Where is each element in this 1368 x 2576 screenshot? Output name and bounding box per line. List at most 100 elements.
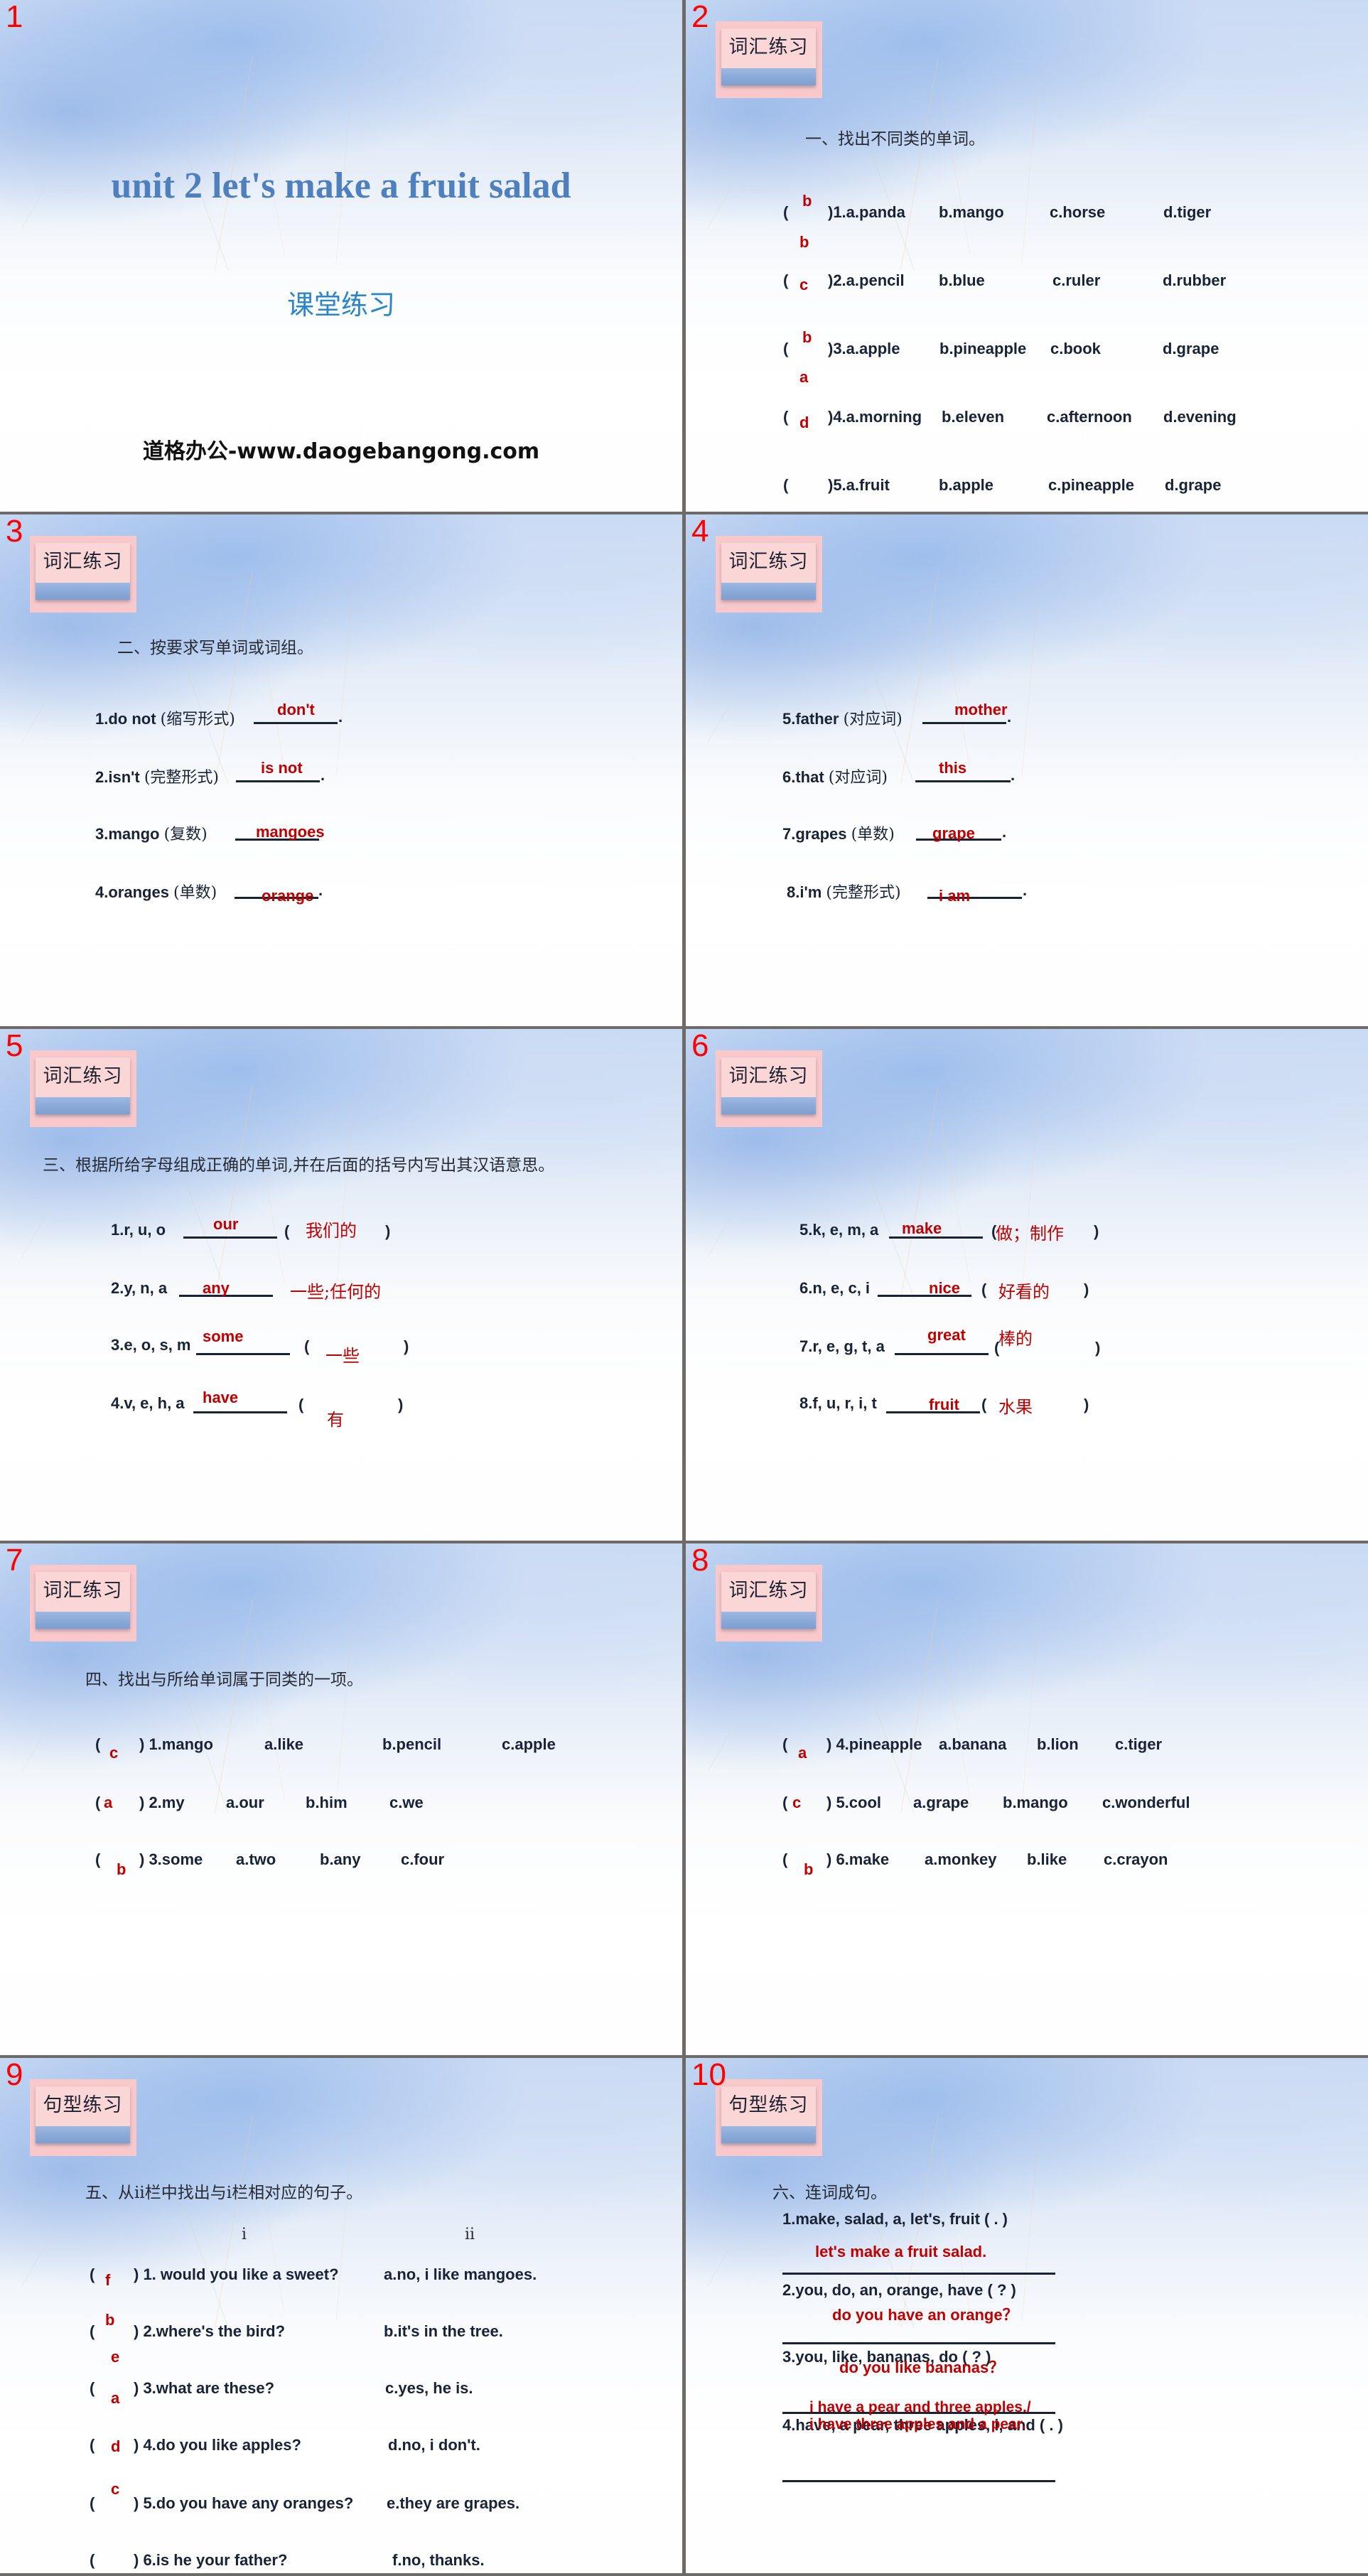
question-hint: (对应词) [828, 769, 888, 787]
open-paren: ( [90, 2551, 95, 2569]
question-number: )3.a.apple [828, 340, 900, 357]
slide-10[interactable]: 10 句型练习 六、连词成句。 1.make, salad, a, let's,… [686, 2058, 1368, 2573]
question-hint: (单数) [173, 884, 217, 902]
answer-blank[interactable] [183, 1236, 277, 1239]
slide-number: 6 [691, 1029, 709, 1063]
period: . [1007, 708, 1012, 726]
meaning: 我们的 [306, 1221, 357, 1241]
answer: is not [261, 759, 303, 777]
answer: some [203, 1327, 244, 1345]
answer: f [105, 2271, 111, 2289]
exercise-heading: 四、找出与所给单词属于同类的一项。 [85, 1671, 363, 1689]
question-number: )5.a.fruit [828, 476, 890, 494]
answer-alt: i have three apples and a pear. [809, 2416, 1026, 2432]
open-paren: ( [783, 271, 789, 289]
slide-number: 10 [691, 2058, 726, 2092]
badge-bar [721, 1612, 816, 1629]
period: . [338, 708, 343, 726]
option: d.grape [1163, 340, 1219, 357]
slide-6[interactable]: 6 词汇练习 5.k, e, m, a make ( 做；制作 ) 6.n, e… [686, 1029, 1368, 1541]
option: c.apple [502, 1735, 556, 1753]
answer-blank[interactable] [915, 780, 1011, 782]
question-text: 1.do not [95, 710, 161, 728]
letters: 4.v, e, h, a [111, 1394, 185, 1412]
answer: a [104, 1794, 113, 1811]
prompt: 2.you, do, an, orange, have ( ? ) [782, 2281, 1016, 2299]
answer-blank[interactable] [895, 1353, 989, 1355]
answer-blank[interactable] [782, 2480, 1055, 2482]
question-hint: (缩写形式) [160, 711, 235, 728]
slide-9[interactable]: 9 句型练习 五、从ⅱ栏中找出与ⅰ栏相对应的句子。 i ii ( f ) 1. … [0, 2058, 682, 2573]
question: ) 5.do you have any oranges? [134, 2494, 354, 2512]
slide-2[interactable]: 2 词汇练习 一、找出不同类的单词。 ( b )1.a.panda b.mang… [686, 0, 1368, 512]
badge-bar [36, 1097, 130, 1114]
answer-blank[interactable] [193, 1411, 287, 1413]
slide-5[interactable]: 5 词汇练习 三、根据所给字母组成正确的单词,并在后面的括号内写出其汉语意思。 … [0, 1029, 682, 1541]
answer: a [799, 368, 809, 386]
section-badge: 词汇练习 [716, 536, 822, 613]
meaning: 棒的 [998, 1329, 1033, 1349]
answer-blank[interactable] [922, 722, 1006, 724]
answer: don't [277, 701, 315, 718]
letters: 3.e, o, s, m [111, 1336, 191, 1354]
answer-blank[interactable] [254, 722, 338, 724]
option: b.blue [939, 271, 985, 289]
section-badge: 词汇练习 [30, 1050, 136, 1127]
open-paren: ( [90, 2265, 95, 2283]
meaning: 水果 [998, 1397, 1033, 1417]
letters: 2.y, n, a [111, 1279, 168, 1297]
answer: c [109, 1744, 119, 1762]
exercise-heading: 二、按要求写单词或词组。 [117, 639, 313, 657]
answer: grape [932, 824, 975, 842]
badge-bar [721, 1097, 816, 1114]
option: b.lion [1037, 1735, 1079, 1753]
section-badge: 句型练习 [30, 2079, 136, 2156]
answer: do you like bananas？ [839, 2359, 1005, 2376]
answer-blank[interactable] [236, 780, 320, 782]
response: d.no, i don't. [388, 2436, 480, 2454]
badge-label: 句型练习 [43, 2094, 123, 2116]
option: b.like [1027, 1850, 1067, 1868]
option: d.rubber [1163, 271, 1227, 289]
answer: d [799, 414, 809, 431]
answer-blank[interactable] [782, 2273, 1055, 2275]
section-badge: 词汇练习 [30, 536, 136, 613]
answer: let's make a fruit salad. [815, 2243, 987, 2260]
answer: c [799, 276, 809, 293]
response: e.they are grapes. [387, 2494, 520, 2512]
open-paren: ( [95, 1850, 101, 1868]
answer: mother [954, 701, 1008, 718]
option: b.pineapple [939, 340, 1027, 357]
badge-bar [721, 2126, 816, 2143]
letters: 7.r, e, g, t, a [799, 1337, 885, 1355]
period: . [1002, 823, 1007, 841]
period: . [318, 881, 323, 899]
option: a.our [226, 1794, 264, 1811]
question: ) 3.what are these? [134, 2379, 275, 2397]
option: b.pencil [382, 1735, 442, 1753]
answer-blank[interactable] [782, 2342, 1055, 2344]
option: c.horse [1050, 203, 1106, 221]
slide-8[interactable]: 8 词汇练习 ( a ) 4.pineapple a.banana b.lion… [686, 1543, 1368, 2055]
badge-label: 词汇练习 [728, 1065, 809, 1087]
answer: c [111, 2480, 120, 2498]
answer: i have a pear and three apples./ [809, 2399, 1031, 2415]
answer: nice [929, 1279, 961, 1297]
question-text: 2.isn't [95, 768, 144, 786]
slide-7[interactable]: 7 词汇练习 四、找出与所给单词属于同类的一项。 ( c ) 1.mango a… [0, 1543, 682, 2055]
slide-1[interactable]: 1 unit 2 let's make a fruit salad 课堂练习 道… [0, 0, 682, 512]
website-footer: 道格办公-www.daogebangong.com [142, 439, 540, 464]
question-text: 4.oranges [95, 883, 174, 901]
question-number: )1.a.panda [828, 203, 905, 221]
answer: do you have an orange？ [832, 2306, 1018, 2324]
response: a.no, i like mangoes. [384, 2265, 537, 2283]
answer-blank[interactable] [196, 1353, 290, 1355]
slide-3[interactable]: 3 词汇练习 二、按要求写单词或词组。 1.do not (缩写形式) don'… [0, 514, 682, 1026]
answer: a [111, 2389, 120, 2407]
option: c.pineapple [1048, 476, 1135, 494]
slide-number: 9 [6, 2058, 23, 2092]
option: d.evening [1163, 408, 1237, 426]
slide-4[interactable]: 4 词汇练习 5.father (对应词) mother . 6.that (对… [686, 514, 1368, 1026]
question-hint: (对应词) [843, 711, 903, 728]
lesson-subtitle: 课堂练习 [286, 289, 395, 320]
